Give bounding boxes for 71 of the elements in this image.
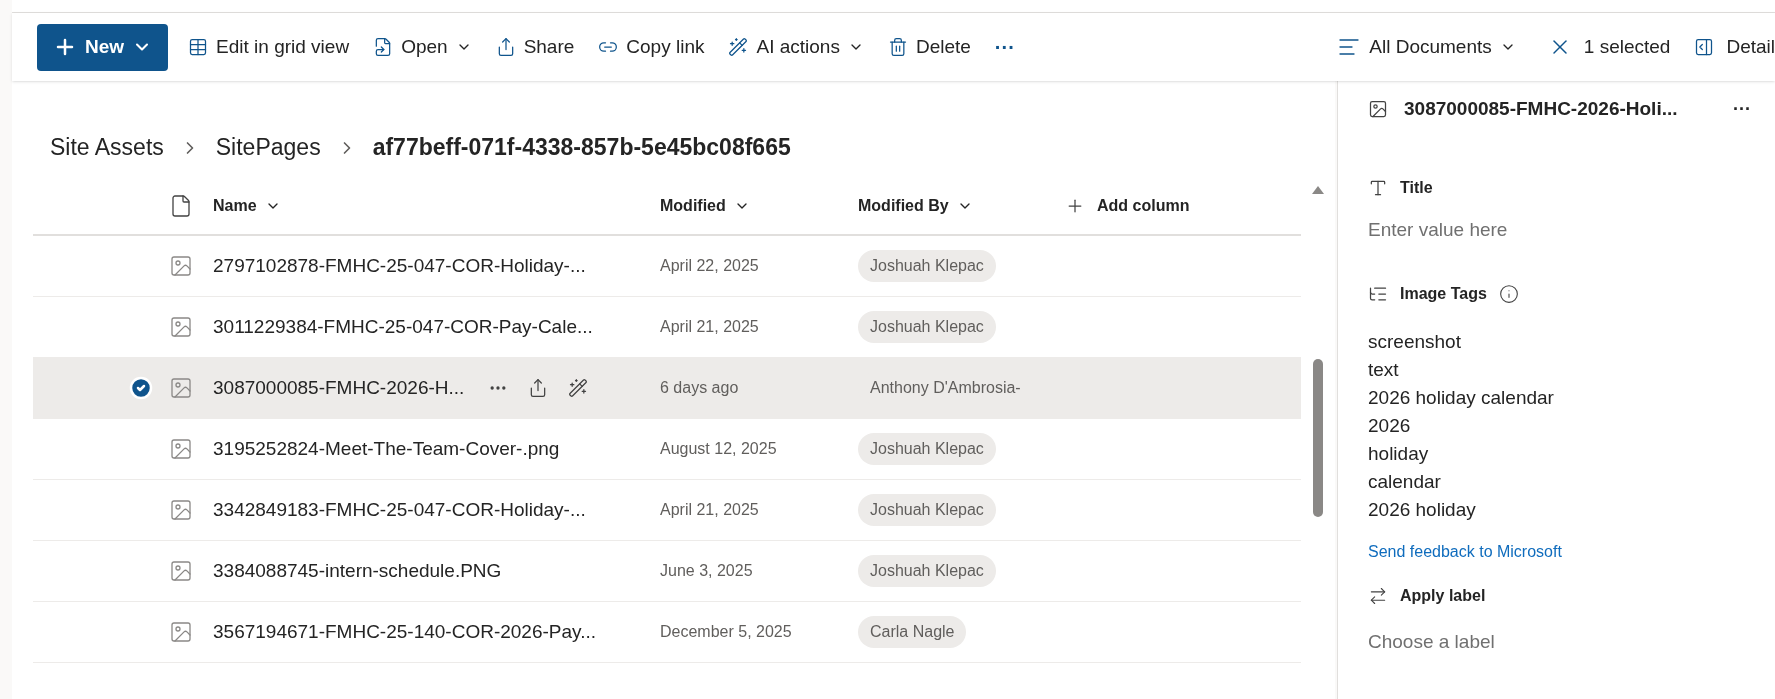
info-icon[interactable]	[1498, 284, 1519, 304]
swap-arrows-icon	[1368, 586, 1388, 606]
field-label: Image Tags	[1400, 284, 1487, 304]
new-button[interactable]: New	[37, 23, 169, 71]
file-name[interactable]: 3011229384-FMHC-25-047-COR-Pay-Cale...	[213, 312, 593, 342]
toolbar-button[interactable]: Open	[361, 27, 484, 67]
image-file-icon	[169, 620, 193, 644]
column-header[interactable]: Name	[213, 194, 660, 218]
trash-icon	[887, 37, 908, 57]
toolbar-button[interactable]: AI actions	[716, 27, 876, 67]
file-title: 3087000085-FMHC-2026-Holi...	[1404, 97, 1678, 121]
breadcrumb-item[interactable]: af77beff-071f-4338-857b-5e45bc08f665	[372, 130, 791, 165]
toolbar-button[interactable]: Edit in grid view	[176, 27, 362, 67]
file-name[interactable]: 2797102878-FMHC-25-047-COR-Holiday-...	[213, 251, 586, 281]
magic-wand-icon[interactable]	[568, 378, 589, 398]
grid-icon	[188, 37, 209, 57]
panel-icon	[1694, 37, 1715, 57]
details-button[interactable]: Detail	[1682, 27, 1775, 67]
modified-date: April 21, 2025	[660, 317, 760, 337]
breadcrumb-item[interactable]: SitePages	[215, 130, 321, 165]
modified-date: 6 days ago	[660, 378, 740, 398]
checked-circle-icon[interactable]	[129, 376, 153, 400]
image-file-icon	[169, 254, 193, 278]
file-type-icon	[169, 194, 193, 218]
file-name[interactable]: 3567194671-FMHC-25-140-COR-2026-Pay...	[213, 617, 596, 647]
title-field[interactable]: Enter value here	[1368, 215, 1668, 244]
view-selector[interactable]: All Documents	[1325, 27, 1528, 67]
file-name[interactable]: 3384088745-intern-schedule.PNG	[213, 556, 502, 586]
toolbar-button[interactable]: Share	[483, 27, 587, 67]
file-name[interactable]: 3195252824-Meet-The-Team-Cover-.png	[213, 434, 560, 464]
toolbar-button[interactable]: Copy link	[586, 27, 717, 67]
toolbar-button[interactable]: Delete	[875, 27, 983, 67]
column-header[interactable]: Modified	[660, 194, 858, 218]
image-file-icon	[1368, 99, 1388, 120]
file-name[interactable]: 3087000085-FMHC-2026-H...	[213, 373, 465, 403]
field-label: Apply label	[1400, 586, 1486, 606]
person-pill[interactable]: Carla Nagle	[858, 616, 967, 648]
image-tag: calendar	[1368, 468, 1759, 496]
person-pill[interactable]: Joshuah Klepac	[858, 433, 996, 465]
more-button[interactable]: ···	[1733, 100, 1751, 119]
file-name[interactable]: 3342849183-FMHC-25-047-COR-Holiday-...	[213, 495, 586, 525]
person-pill[interactable]: Joshuah Klepac	[858, 311, 996, 343]
person-pill[interactable]: Joshuah Klepac	[858, 494, 996, 526]
more-button[interactable]: ···	[982, 27, 1027, 67]
person-pill[interactable]: Joshuah Klepac	[858, 555, 996, 587]
modified-date: December 5, 2025	[660, 622, 793, 642]
magic-wand-icon	[728, 37, 749, 57]
column-header[interactable]: Modified By	[858, 194, 1065, 218]
feedback-link[interactable]: Send feedback to Microsoft	[1368, 540, 1759, 564]
modified-date: April 21, 2025	[660, 500, 760, 520]
modified-date: June 3, 2025	[660, 561, 754, 581]
image-file-icon	[169, 376, 193, 400]
image-file-icon	[169, 315, 193, 339]
person-pill[interactable]: Joshuah Klepac	[858, 250, 996, 282]
label-picker[interactable]: Choose a label	[1368, 628, 1759, 657]
image-file-icon	[169, 437, 193, 461]
clear-selection-button[interactable]: 1 selected	[1535, 27, 1683, 67]
image-tag: screenshot	[1368, 328, 1759, 356]
image-tag: 2026	[1368, 412, 1759, 440]
field-label: Title	[1400, 177, 1433, 198]
image-tag: holiday	[1368, 440, 1759, 468]
modified-date: August 12, 2025	[660, 439, 778, 459]
image-file-icon	[169, 498, 193, 522]
image-tag: 2026 holiday	[1368, 496, 1759, 524]
modified-date: April 22, 2025	[660, 256, 760, 276]
add-column-button[interactable]: Add column	[1065, 194, 1190, 218]
image-tag: text	[1368, 356, 1759, 384]
file-row[interactable]: 3087000085-FMHC-2026-H... 6 days ago Anthony D'Ambrosia-	[33, 358, 1301, 419]
breadcrumb-item[interactable]: Site Assets	[50, 130, 164, 165]
image-file-icon	[169, 559, 193, 583]
image-tag: 2026 holiday calendar	[1368, 384, 1759, 412]
